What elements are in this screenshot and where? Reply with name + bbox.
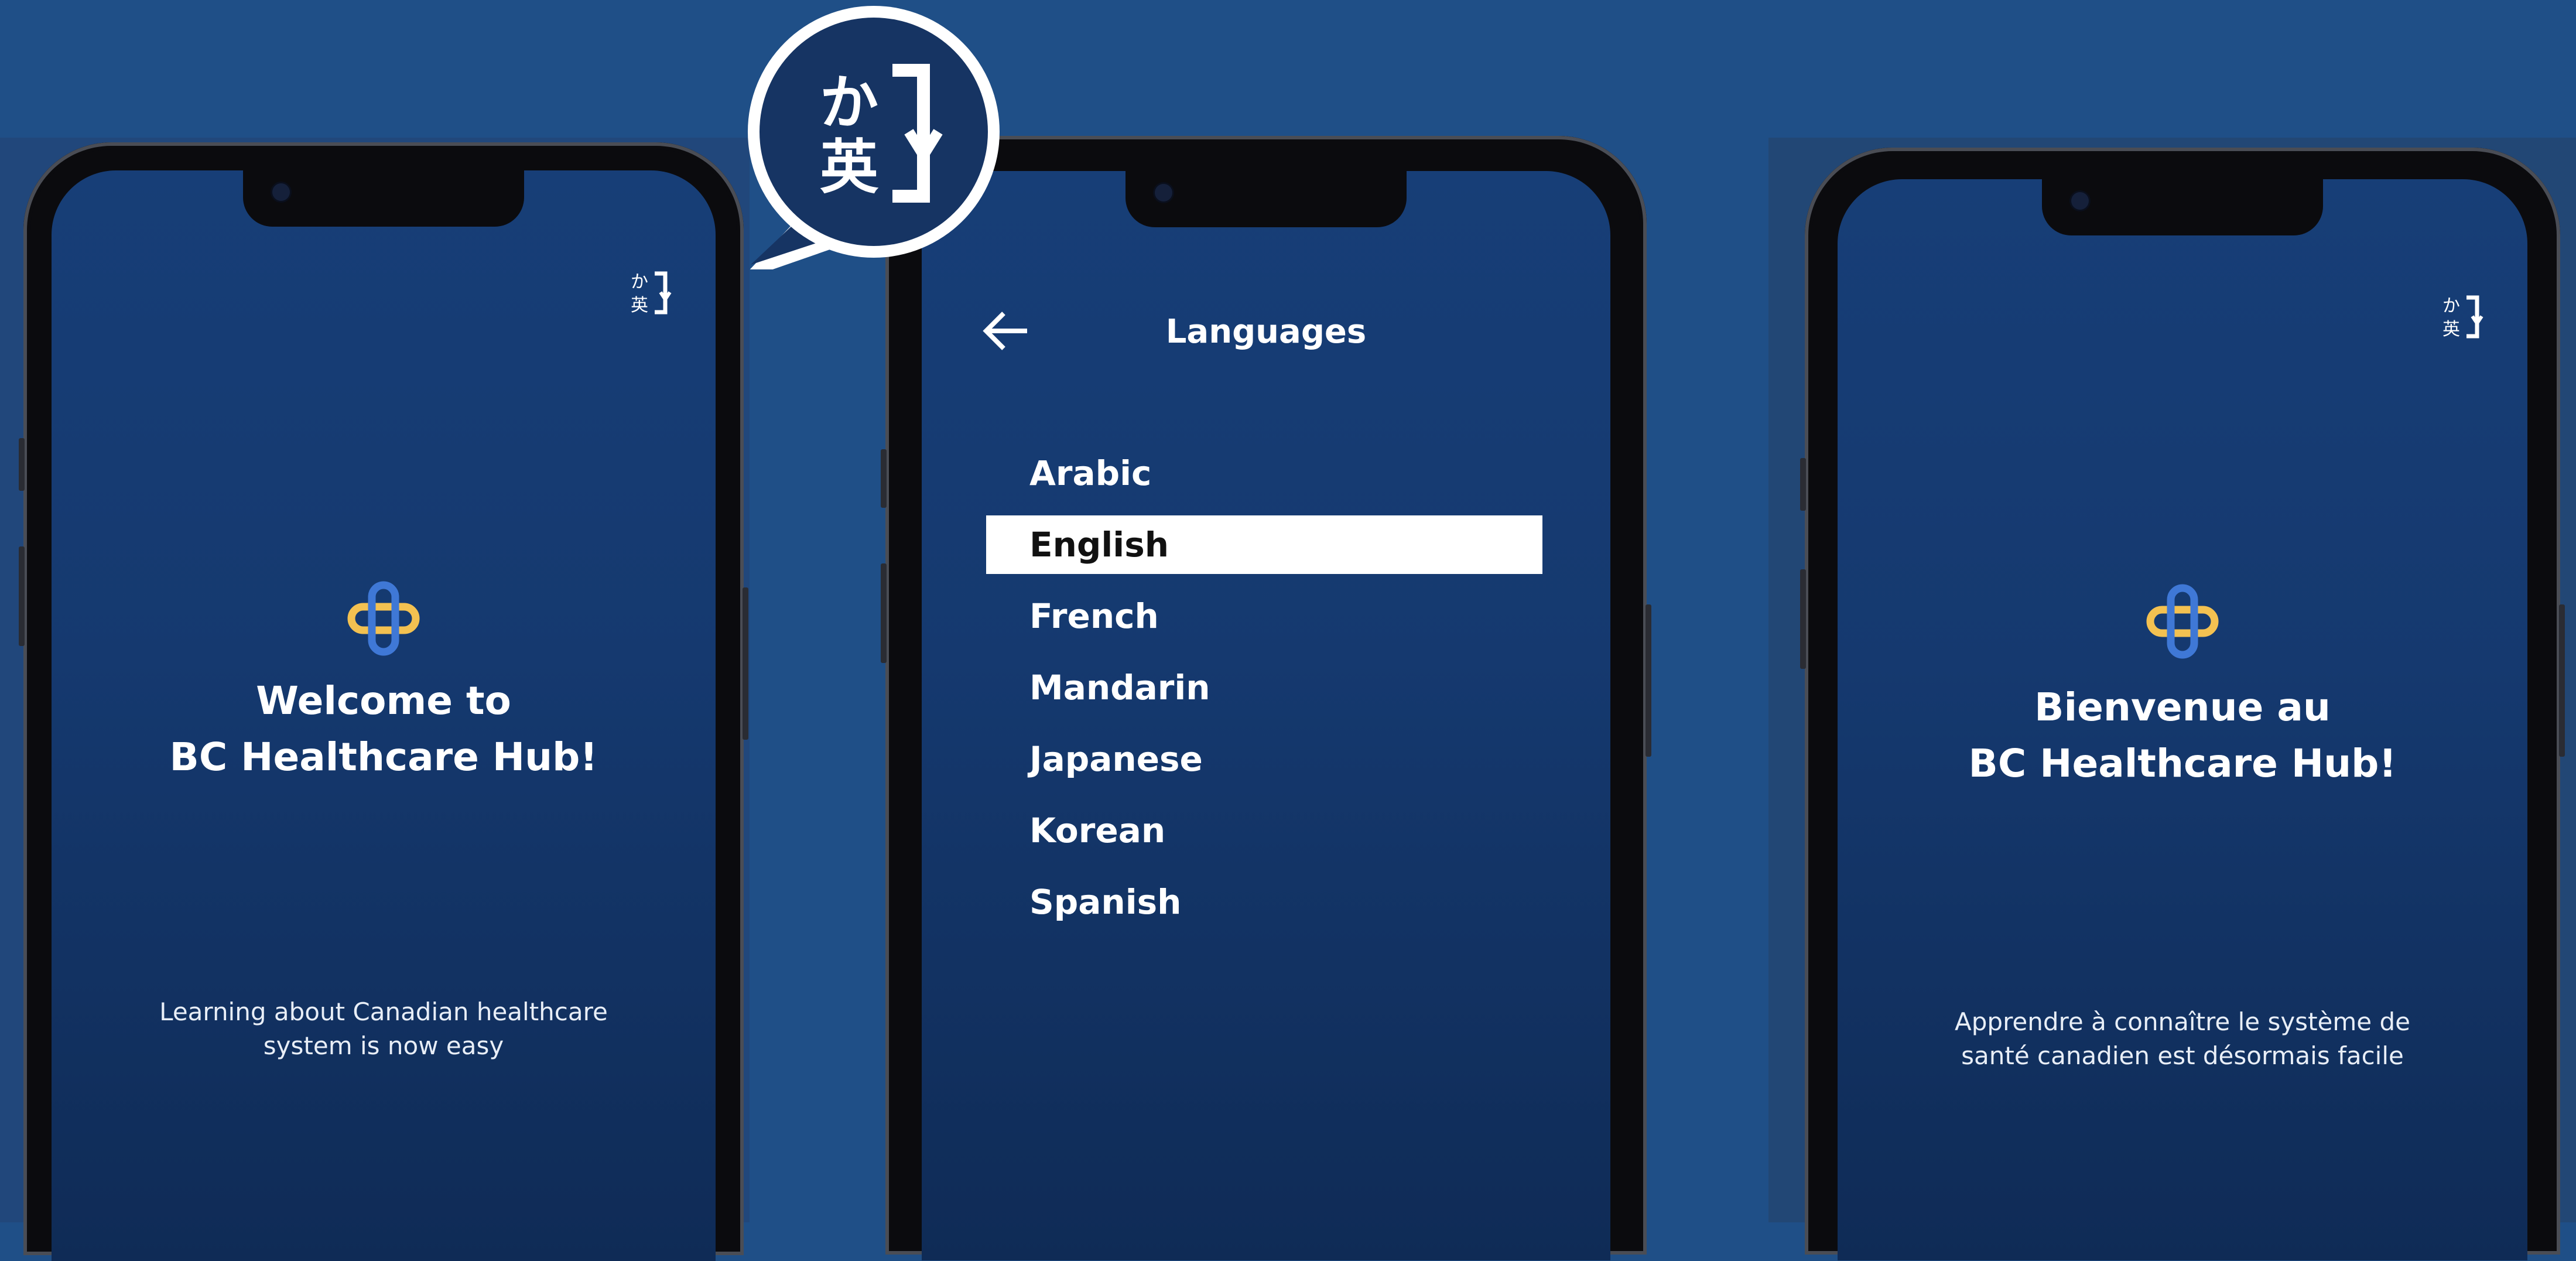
phone-side-button: [1646, 604, 1651, 757]
svg-text:英: 英: [631, 295, 648, 316]
welcome-screen-fr: か 英 Bienvenue au BC Healthcare Hub! Appr…: [1838, 179, 2527, 1260]
phone-welcome-french: か 英 Bienvenue au BC Healthcare Hub! Appr…: [1800, 148, 2565, 1260]
welcome-title-line1: Welcome to: [256, 678, 511, 723]
phone-notch: [2042, 179, 2323, 235]
language-option-english[interactable]: English: [986, 515, 1542, 574]
welcome-title-line1: Bienvenue au: [2034, 685, 2331, 730]
welcome-subtitle-line1: Learning about Canadian healthcare: [159, 997, 608, 1026]
phone-side-button: [881, 563, 887, 663]
svg-text:か: か: [631, 272, 648, 292]
welcome-subtitle-line2: system is now easy: [263, 1031, 504, 1060]
translate-icon[interactable]: か 英: [2440, 291, 2486, 343]
language-list: Arabic English French Mandarin Japanese …: [986, 438, 1542, 938]
translate-icon[interactable]: か 英: [628, 266, 675, 319]
language-option-arabic[interactable]: Arabic: [986, 438, 1542, 509]
phone-side-button: [743, 587, 748, 740]
welcome-screen-en: か 英 Welcome to BC Healthcare Hub! Learni…: [52, 170, 716, 1261]
svg-text:か: か: [2442, 296, 2460, 316]
language-option-mandarin[interactable]: Mandarin: [986, 652, 1542, 723]
phone-languages: Languages Arabic English French Mandarin…: [881, 136, 1651, 1260]
front-camera: [272, 183, 290, 201]
welcome-subtitle-line2: santé canadien est désormais facile: [1961, 1041, 2404, 1070]
app-logo-icon: [347, 581, 420, 656]
app-logo-icon: [2146, 584, 2219, 659]
front-camera: [2071, 192, 2089, 210]
welcome-title-line2: BC Healthcare Hub!: [1968, 741, 2397, 786]
phone-side-button: [2559, 604, 2565, 757]
callout-glyph-bottom: 英: [820, 133, 879, 201]
phone-side-button: [1800, 458, 1806, 511]
welcome-subtitle-line1: Apprendre à connaître le système de: [1955, 1007, 2410, 1036]
phone-notch: [243, 170, 524, 227]
phone-notch: [1125, 171, 1407, 227]
language-option-french[interactable]: French: [986, 580, 1542, 652]
languages-header: Languages: [922, 305, 1610, 363]
front-camera: [1155, 184, 1172, 201]
translate-callout-bubble: か 英: [748, 6, 1000, 269]
phone-side-button: [19, 438, 25, 491]
languages-title: Languages: [1165, 313, 1367, 351]
phone-side-button: [1800, 569, 1806, 669]
phone-side-button: [881, 449, 887, 508]
languages-screen: Languages Arabic English French Mandarin…: [922, 171, 1610, 1260]
language-option-spanish[interactable]: Spanish: [986, 866, 1542, 938]
language-option-korean[interactable]: Korean: [986, 795, 1542, 866]
phone-welcome-english: か 英 Welcome to BC Healthcare Hub! Learni…: [19, 142, 748, 1261]
language-option-japanese[interactable]: Japanese: [986, 723, 1542, 795]
phone-side-button: [19, 546, 25, 646]
svg-text:英: 英: [2442, 319, 2460, 340]
callout-glyph-top: か: [820, 69, 878, 137]
welcome-title-line2: BC Healthcare Hub!: [169, 734, 598, 780]
